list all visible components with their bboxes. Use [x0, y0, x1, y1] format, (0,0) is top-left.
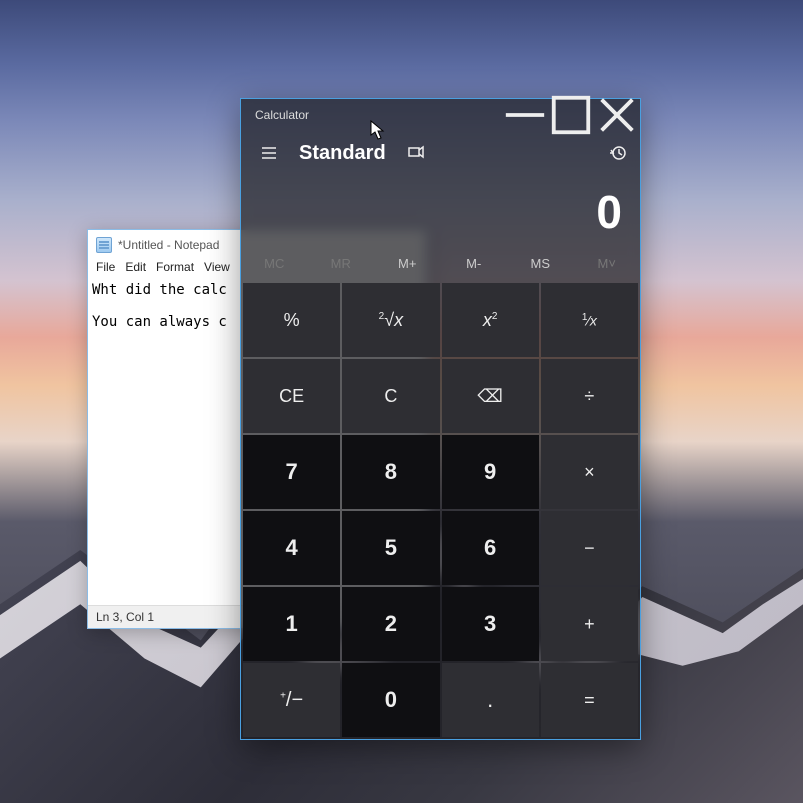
key-add[interactable]: + — [541, 587, 638, 661]
key-c[interactable]: C — [342, 359, 439, 433]
key-1[interactable]: 1 — [243, 587, 340, 661]
key-divide[interactable]: ÷ — [541, 359, 638, 433]
hamburger-icon — [260, 144, 278, 162]
keypad: % 2√x x2 1⁄x CE C ⌫ ÷ 7 8 9 × 4 5 6 − 1 … — [241, 281, 640, 739]
menu-button[interactable] — [255, 139, 283, 167]
memory-row: MC MR M+ M- MS M˅ — [241, 245, 640, 281]
key-3[interactable]: 3 — [442, 587, 539, 661]
calc-mode-label: Standard — [299, 142, 386, 165]
pin-icon — [407, 144, 425, 162]
menu-edit[interactable]: Edit — [125, 260, 146, 280]
key-multiply[interactable]: × — [541, 435, 638, 509]
maximize-button[interactable] — [548, 99, 594, 131]
key-6[interactable]: 6 — [442, 511, 539, 585]
key-reciprocal[interactable]: 1⁄x — [541, 283, 638, 357]
key-8[interactable]: 8 — [342, 435, 439, 509]
key-2[interactable]: 2 — [342, 587, 439, 661]
mem-list[interactable]: M˅ — [574, 256, 641, 271]
mem-store[interactable]: MS — [507, 256, 574, 271]
key-subtract[interactable]: − — [541, 511, 638, 585]
history-icon — [609, 144, 627, 162]
minimize-button[interactable] — [502, 99, 548, 131]
calc-mode-row: Standard — [241, 131, 640, 175]
key-square[interactable]: x2 — [442, 283, 539, 357]
cursor-position: Ln 3, Col 1 — [96, 610, 154, 624]
calc-display: 0 — [241, 175, 640, 245]
key-decimal[interactable]: . — [442, 663, 539, 737]
history-button[interactable] — [604, 139, 632, 167]
close-button[interactable] — [594, 99, 640, 131]
key-5[interactable]: 5 — [342, 511, 439, 585]
key-equals[interactable]: = — [541, 663, 638, 737]
key-7[interactable]: 7 — [243, 435, 340, 509]
mem-clear[interactable]: MC — [241, 256, 308, 271]
menu-view[interactable]: View — [204, 260, 230, 280]
mem-recall[interactable]: MR — [308, 256, 375, 271]
key-9[interactable]: 9 — [442, 435, 539, 509]
key-percent[interactable]: % — [243, 283, 340, 357]
key-0[interactable]: 0 — [342, 663, 439, 737]
notepad-title: *Untitled - Notepad — [118, 238, 219, 252]
key-negate[interactable]: +/− — [243, 663, 340, 737]
calculator-window[interactable]: Calculator Standard 0 MC MR M+ M- MS M˅ — [240, 98, 641, 740]
calc-titlebar[interactable]: Calculator — [241, 99, 640, 131]
calc-title: Calculator — [241, 108, 502, 122]
key-backspace[interactable]: ⌫ — [442, 359, 539, 433]
key-sqrt[interactable]: 2√x — [342, 283, 439, 357]
key-ce[interactable]: CE — [243, 359, 340, 433]
key-4[interactable]: 4 — [243, 511, 340, 585]
keep-on-top-button[interactable] — [402, 139, 430, 167]
mem-minus[interactable]: M- — [441, 256, 508, 271]
notepad-icon — [96, 237, 112, 253]
menu-format[interactable]: Format — [156, 260, 194, 280]
mem-plus[interactable]: M+ — [374, 256, 441, 271]
menu-file[interactable]: File — [96, 260, 115, 280]
